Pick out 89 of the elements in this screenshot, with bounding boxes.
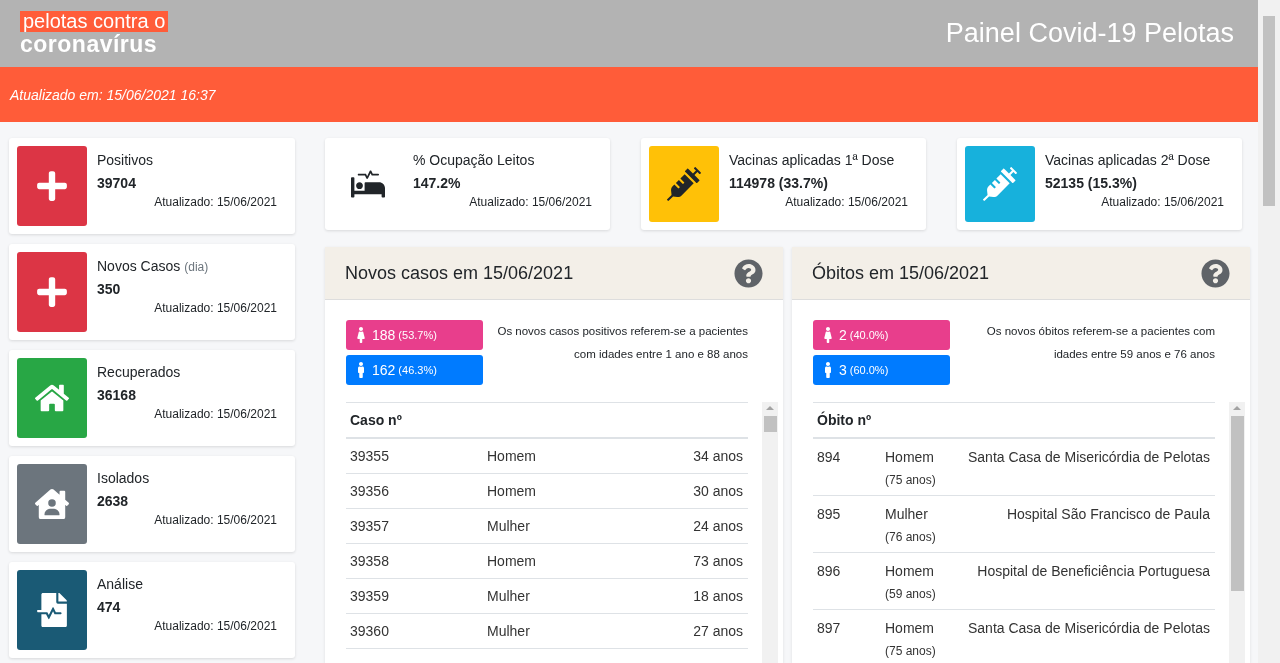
badge-count: 162 — [372, 362, 396, 378]
document-pulse-icon — [35, 593, 69, 627]
logo-tagline: pelotas contra o — [20, 11, 169, 32]
card-title: Vacinas aplicadas 1ª Dose — [729, 152, 895, 168]
page-title: Painel Covid-19 Pelotas — [945, 18, 1234, 49]
bed-icon — [351, 167, 385, 201]
sex-cell-text: Mulher — [885, 506, 929, 522]
age-cell-text: 18 anos — [692, 588, 743, 604]
page-scrollbar[interactable] — [1258, 0, 1280, 663]
age-cell-text: 73 anos — [692, 553, 743, 569]
hospital-cell-text: Santa Casa de Misericórdia de Pelotas — [966, 449, 1210, 465]
badge-count: 188 — [372, 327, 396, 343]
card-note: (dia) — [184, 260, 209, 274]
hospital-cell-text: Santa Casa de Misericórdia de Pelotas — [966, 620, 1210, 636]
house-person-icon — [35, 487, 69, 521]
updated-date: Atualizado: 15/06/2021 — [154, 407, 278, 421]
sex-cell-text: Homem — [487, 448, 537, 464]
card-title: % Ocupação Leitos — [413, 152, 535, 168]
age-cell-text: 27 anos — [692, 623, 743, 639]
card-value: 114978 (33.7%) — [729, 175, 829, 191]
logo-wordmark: coronavírus — [20, 32, 158, 56]
sex-cell-text: Mulher — [487, 518, 531, 534]
sex-cell-text: Homem — [885, 620, 935, 636]
sex-cell-text: Homem — [487, 553, 537, 569]
card-value: 2638 — [97, 493, 130, 509]
card-title: Vacinas aplicadas 2ª Dose — [1045, 152, 1211, 168]
card-value: 39704 — [97, 175, 137, 191]
updated-date: Atualizado: 15/06/2021 — [785, 195, 909, 209]
number-cell-text: 39355 — [350, 448, 390, 464]
plus-icon — [35, 275, 69, 309]
sex-cell-text: Homem — [885, 449, 935, 465]
badge-count: 2 — [839, 327, 847, 343]
plus-icon — [35, 169, 69, 203]
badge-share: (53.7%) — [398, 329, 437, 341]
number-cell-text: 39359 — [350, 588, 390, 604]
sex-cell-text: Mulher — [487, 588, 531, 604]
number-cell-text: 39360 — [350, 623, 390, 639]
help-icon[interactable] — [1201, 258, 1230, 288]
update-time: Atualizado em: 15/06/2021 16:37 — [10, 86, 216, 103]
number-cell-text: 897 — [817, 620, 842, 636]
sex-cell-text: Homem — [487, 483, 537, 499]
age-cell-text: 34 anos — [692, 448, 743, 464]
card-title: Isolados — [97, 470, 150, 486]
summary-text: Os novos casos positivos referem-se a pacientes com idades entre 1 ano e 88 anos — [496, 324, 748, 362]
sex-cell-text: Mulher — [487, 623, 531, 639]
age-cell-text: 24 anos — [692, 518, 743, 534]
badge-share: (40.0%) — [849, 329, 889, 341]
updated-date: Atualizado: 15/06/2021 — [469, 195, 593, 209]
number-cell-text: 39357 — [350, 518, 390, 534]
column-header: Caso nº — [350, 412, 402, 428]
scrollbar[interactable] — [1229, 402, 1245, 663]
age-cell-text: 30 anos — [692, 483, 743, 499]
age-cell-text: (76 anos) — [885, 530, 937, 544]
number-cell-text: 39358 — [350, 553, 390, 569]
sex-cell-text: Homem — [885, 563, 935, 579]
updated-date: Atualizado: 15/06/2021 — [154, 619, 278, 633]
badge-share: (46.3%) — [398, 364, 437, 376]
number-cell-text: 894 — [817, 449, 842, 465]
number-cell-text: 895 — [817, 506, 842, 522]
card-title: Análise — [97, 576, 143, 592]
help-icon[interactable] — [734, 258, 763, 288]
hospital-cell-text: Hospital de Beneficiência Portuguesa — [976, 563, 1210, 579]
scrollbar[interactable] — [762, 402, 778, 663]
card-title: Positivos — [97, 152, 154, 168]
summary-text: Os novos óbitos referem-se a pacientes com idades entre 59 anos e 76 anos — [985, 324, 1215, 362]
badge-share: (60.0%) — [849, 364, 889, 376]
panel-title: Óbitos em 15/06/2021 — [812, 262, 990, 284]
age-cell-text: (75 anos) — [885, 644, 937, 658]
card-value: 147.2% — [413, 175, 462, 191]
card-value: 474 — [97, 599, 122, 615]
updated-date: Atualizado: 15/06/2021 — [154, 513, 278, 527]
age-cell-text: (75 anos) — [885, 473, 937, 487]
column-header: Óbito nº — [817, 412, 872, 428]
card-value: 350 — [97, 281, 122, 297]
number-cell-text: 896 — [817, 563, 842, 579]
panel-title: Novos casos em 15/06/2021 — [345, 262, 574, 284]
hospital-cell-text: Hospital São Francisco de Paula — [1005, 506, 1210, 522]
age-cell-text: (59 anos) — [885, 587, 937, 601]
number-cell-text: 39356 — [350, 483, 390, 499]
updated-date: Atualizado: 15/06/2021 — [1101, 195, 1225, 209]
card-value: 36168 — [97, 387, 137, 403]
updated-date: Atualizado: 15/06/2021 — [154, 195, 278, 209]
badge-count: 3 — [839, 362, 847, 378]
card-value: 52135 (15.3%) — [1045, 175, 1138, 191]
updated-date: Atualizado: 15/06/2021 — [154, 301, 278, 315]
card-title: Recuperados — [97, 364, 181, 380]
syringe-icon — [667, 167, 701, 201]
card-title: Novos Casos — [97, 258, 181, 274]
syringe-icon — [983, 167, 1017, 201]
